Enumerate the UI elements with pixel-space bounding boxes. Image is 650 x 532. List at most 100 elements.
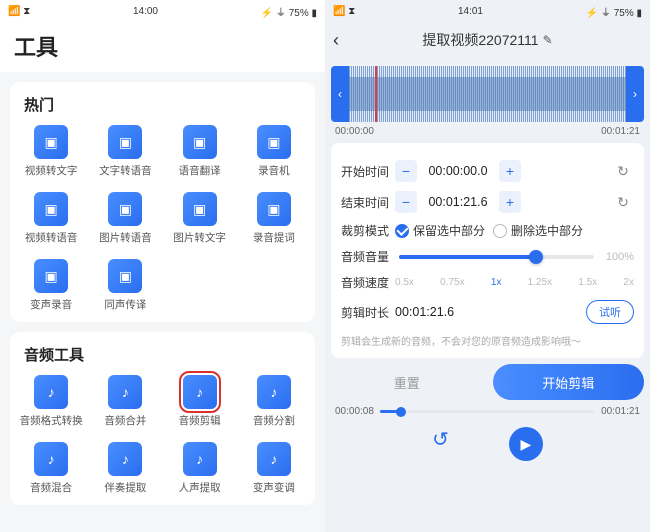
- status-battery: ⚡ ⏚ 75% ▮: [586, 4, 642, 19]
- tool-item[interactable]: ▣ 视频转语音: [14, 188, 88, 249]
- tool-label: 文字转语音: [99, 163, 152, 178]
- tool-item[interactable]: ♪音频合并: [88, 371, 162, 432]
- tool-item[interactable]: ▣语音翻译: [163, 121, 237, 182]
- tool-icon: ▣: [183, 192, 217, 226]
- playhead[interactable]: [375, 66, 377, 122]
- playback-slider[interactable]: [380, 410, 595, 413]
- trim-handle-left[interactable]: ‹: [331, 66, 349, 122]
- tool-icon: ♪: [183, 375, 217, 409]
- rewind-icon[interactable]: ↺: [432, 427, 449, 461]
- tool-icon: ♪: [257, 442, 291, 476]
- edit-title-icon[interactable]: ✎: [543, 33, 553, 47]
- start-increase-button[interactable]: +: [499, 160, 521, 182]
- tool-item[interactable]: ▣ 录音提词: [237, 188, 311, 249]
- tools-screen: 📶 ⧗ 14:00 ⚡ ⏚ 75% ▮ 工具 热门 ▣视频转文字▣文字转语音▣语…: [0, 0, 325, 532]
- wave-end-time: 00:01:21: [601, 126, 640, 137]
- audio-section-title: 音频工具: [14, 342, 311, 371]
- reset-button[interactable]: 重置: [331, 364, 483, 400]
- waveform-body[interactable]: [349, 66, 626, 122]
- tool-icon: ♪: [34, 375, 68, 409]
- tool-label: 视频转语音: [25, 230, 78, 245]
- end-increase-button[interactable]: +: [499, 191, 521, 213]
- tool-item[interactable]: ▣变声录音: [14, 255, 88, 316]
- tool-label: 录音提词: [253, 230, 295, 245]
- screen-title: 提取视频22072111 ✎: [357, 30, 618, 50]
- speed-tick[interactable]: 0.5x: [395, 277, 414, 288]
- status-signal: 📶 ⧗: [8, 6, 30, 17]
- start-time-row: 开始时间 − 00:00:00.0 + ↻: [341, 160, 634, 182]
- status-time: 14:00: [133, 6, 158, 17]
- playback-position: 00:00:08: [335, 406, 374, 417]
- start-decrease-button[interactable]: −: [395, 160, 417, 182]
- tool-item[interactable]: ▣视频转文字: [14, 121, 88, 182]
- waveform[interactable]: ‹ ›: [331, 66, 644, 122]
- tool-label: 图片转文字: [173, 230, 226, 245]
- start-reset-button[interactable]: ↻: [612, 160, 634, 182]
- preview-button[interactable]: 试听: [586, 300, 634, 324]
- tool-icon: ▣: [108, 125, 142, 159]
- back-button[interactable]: ‹: [333, 30, 357, 51]
- play-icon[interactable]: ▶: [509, 427, 543, 461]
- tool-audio-trim[interactable]: ♪音频剪辑: [163, 371, 237, 432]
- status-signal: 📶 ⧗: [333, 6, 355, 17]
- tool-item[interactable]: ♪音频混合: [14, 438, 88, 499]
- tool-item[interactable]: ♪ 伴奏提取: [88, 438, 162, 499]
- end-reset-button[interactable]: ↻: [612, 191, 634, 213]
- speed-tick[interactable]: 0.75x: [440, 277, 464, 288]
- tool-item[interactable]: ▣录音机: [237, 121, 311, 182]
- mode-delete-label: 删除选中部分: [511, 222, 583, 239]
- mode-delete-radio[interactable]: 删除选中部分: [493, 222, 583, 239]
- page-title: 工具: [0, 22, 325, 72]
- speed-slider[interactable]: 0.5x 0.75x 1x 1.25x 1.5x 2x: [395, 277, 634, 288]
- bottom-controls: ↺ ▶: [325, 427, 650, 461]
- end-decrease-button[interactable]: −: [395, 191, 417, 213]
- tool-label: 变声录音: [30, 297, 72, 312]
- speed-tick[interactable]: 2x: [623, 277, 634, 288]
- tool-item[interactable]: ♪变声变调: [237, 438, 311, 499]
- tool-label: 图片转语音: [99, 230, 152, 245]
- playback-bar: 00:00:08 00:01:21: [335, 406, 640, 417]
- playback-thumb[interactable]: [396, 407, 406, 417]
- hot-section: 热门 ▣视频转文字▣文字转语音▣语音翻译▣录音机▣视频转语音▣图片转语音▣图片转…: [10, 82, 315, 322]
- tool-icon: ▣: [257, 125, 291, 159]
- tool-icon: ▣: [34, 192, 68, 226]
- tool-icon: ▣: [108, 192, 142, 226]
- status-time: 14:01: [458, 6, 483, 17]
- radio-checked-icon: [395, 224, 409, 238]
- volume-slider[interactable]: [399, 255, 594, 259]
- trim-handle-right[interactable]: ›: [626, 66, 644, 122]
- radio-unchecked-icon: [493, 224, 507, 238]
- speed-tick[interactable]: 1x: [491, 277, 502, 288]
- volume-label: 音频音量: [341, 248, 395, 265]
- hint-text: 剪辑会生成新的音频，不会对您的原音频造成影响哦～: [341, 333, 634, 348]
- tool-item[interactable]: ▣同声传译: [88, 255, 162, 316]
- tool-item[interactable]: ♪音频分割: [237, 371, 311, 432]
- tool-item[interactable]: ▣ 文字转语音: [88, 121, 162, 182]
- playback-total: 00:01:21: [601, 406, 640, 417]
- status-bar: 📶 ⧗ 14:01 ⚡ ⏚ 75% ▮: [325, 0, 650, 22]
- tool-icon: ▣: [257, 192, 291, 226]
- end-time-value: 00:01:21.6: [417, 195, 499, 209]
- tool-icon: ♪: [108, 442, 142, 476]
- end-time-row: 结束时间 − 00:01:21.6 + ↻: [341, 191, 634, 213]
- speed-tick[interactable]: 1.25x: [528, 277, 552, 288]
- tool-label: 伴奏提取: [104, 480, 146, 495]
- speed-tick[interactable]: 1.5x: [578, 277, 597, 288]
- tool-icon: ▣: [34, 125, 68, 159]
- wave-start-time: 00:00:00: [335, 126, 374, 137]
- tool-item[interactable]: ♪音频格式转换: [14, 371, 88, 432]
- tool-label: 音频合并: [104, 413, 146, 428]
- mode-row: 裁剪模式 保留选中部分 删除选中部分: [341, 222, 634, 239]
- tool-item[interactable]: ▣ 图片转文字: [163, 188, 237, 249]
- duration-label: 剪辑时长: [341, 304, 395, 321]
- duration-row: 剪辑时长 00:01:21.6 试听: [341, 300, 634, 324]
- action-bar: 重置 开始剪辑: [331, 364, 644, 400]
- tool-item[interactable]: ▣ 图片转语音: [88, 188, 162, 249]
- volume-thumb[interactable]: [529, 250, 543, 264]
- tool-item[interactable]: ♪人声提取: [163, 438, 237, 499]
- mode-keep-radio[interactable]: 保留选中部分: [395, 222, 485, 239]
- tool-icon: ▣: [108, 259, 142, 293]
- audio-trim-screen: 📶 ⧗ 14:01 ⚡ ⏚ 75% ▮ ‹ 提取视频22072111 ✎ ‹ ›…: [325, 0, 650, 532]
- tool-label: 音频分割: [253, 413, 295, 428]
- start-trim-button[interactable]: 开始剪辑: [493, 364, 645, 400]
